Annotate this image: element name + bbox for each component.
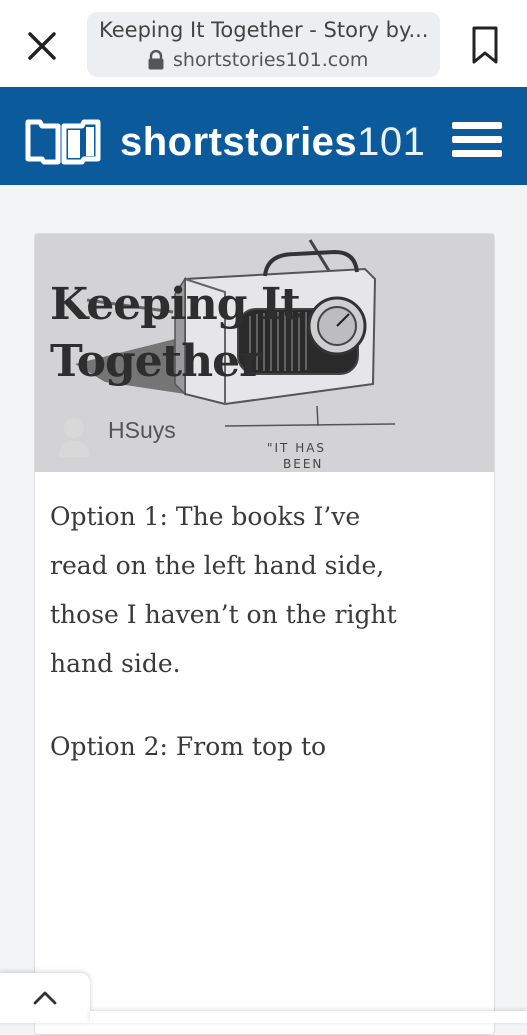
bottom-bar <box>90 1011 527 1023</box>
illustration-caption-line2: BEEN <box>283 457 323 471</box>
url-text: shortstories101.com <box>173 49 369 71</box>
site-brand[interactable]: shortstories101 <box>120 118 425 166</box>
brand-number: 101 <box>357 120 426 164</box>
page-title-in-address-bar: Keeping It Together - Story by... <box>99 18 429 42</box>
story-title: Keeping It Together <box>50 279 301 387</box>
author-avatar-icon <box>59 418 89 457</box>
brand-name: shortstories <box>120 120 358 164</box>
url-row: shortstories101.com <box>147 49 368 71</box>
menu-bar <box>452 150 502 157</box>
illustration-caption-line1: "IT HAS <box>267 441 326 455</box>
menu-bar <box>452 136 502 143</box>
scroll-to-top-button[interactable] <box>0 973 90 1023</box>
hamburger-menu-icon[interactable] <box>452 122 502 164</box>
bookmark-button[interactable] <box>465 22 505 68</box>
open-book-icon[interactable] <box>24 118 104 166</box>
address-bar[interactable]: Keeping It Together - Story by... shorts… <box>87 12 440 77</box>
story-paragraph: Option 1: The books I’ve read on the lef… <box>50 502 397 678</box>
close-button[interactable] <box>22 26 62 66</box>
browser-toolbar: Keeping It Together - Story by... shorts… <box>0 0 527 87</box>
close-icon <box>28 32 56 60</box>
author-name[interactable]: HSuys <box>108 417 176 444</box>
chevron-up-icon <box>33 991 57 1005</box>
story-paragraph: Option 2: From top to <box>50 732 327 761</box>
menu-bar <box>452 122 502 129</box>
lock-icon <box>148 50 164 70</box>
bookmark-icon <box>472 26 498 64</box>
